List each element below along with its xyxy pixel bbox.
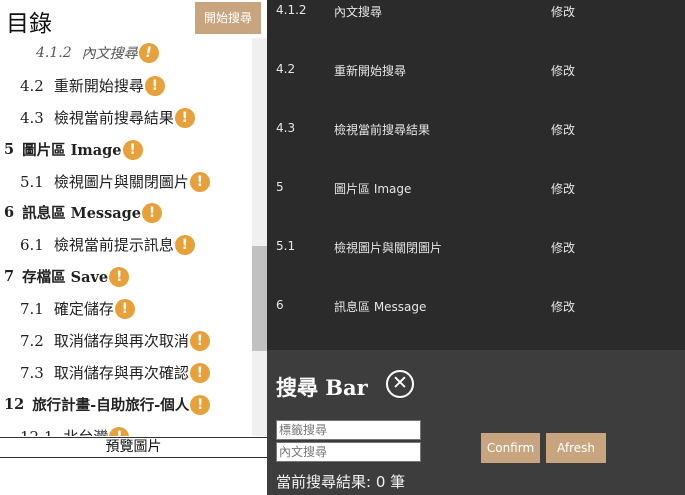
toc-item-label: 取消儲存與再次取消: [53, 332, 189, 350]
toc-item-label: 取消儲存與再次確認: [53, 364, 189, 382]
result-title: 圖片區 Image: [334, 182, 412, 196]
warning-icon[interactable]: !: [189, 362, 210, 383]
toc-item-label: 檢視當前提示訊息: [53, 236, 174, 254]
toc-item-label: 訊息區 Message: [22, 205, 142, 222]
tag-search-input[interactable]: [276, 420, 421, 440]
afresh-button[interactable]: Afresh: [546, 433, 606, 463]
toc-item-number: 7.2: [20, 331, 44, 350]
toc-item[interactable]: 12.1 北台灣!: [20, 426, 130, 437]
toc-item-label: 重新開始搜尋: [53, 77, 144, 95]
start-search-button[interactable]: 開始搜尋: [195, 2, 261, 34]
text-search-input[interactable]: [276, 442, 421, 462]
edit-link[interactable]: 修改: [551, 3, 575, 20]
close-icon[interactable]: ✕: [386, 370, 414, 398]
result-title: 內文搜尋: [334, 5, 383, 19]
table-row: 6 訊息區 Message 修改: [267, 298, 685, 350]
edit-link[interactable]: 修改: [551, 180, 575, 197]
toc-item-number: 4.2: [20, 76, 44, 95]
table-row: 4.3 檢視當前搜尋結果 修改: [267, 121, 685, 180]
result-title: 檢視圖片與關閉圖片: [334, 241, 443, 255]
toc-item-number: 4.1.2: [36, 45, 72, 61]
preview-image-button[interactable]: 預覽圖片: [0, 437, 267, 458]
edit-link[interactable]: 修改: [551, 121, 575, 138]
toc-item-number: 5: [4, 141, 15, 158]
toc-item-number: 5.1: [20, 172, 44, 191]
toc-title: 目錄: [6, 11, 52, 37]
toc-item-label: 內文搜尋: [81, 46, 138, 62]
result-number: 4.2: [276, 62, 296, 76]
toc-item[interactable]: 6 訊息區 Message!: [4, 202, 163, 223]
warning-icon[interactable]: !: [174, 107, 195, 128]
table-row: 5.1 檢視圖片與關閉圖片 修改: [267, 239, 685, 298]
warning-icon[interactable]: !: [189, 330, 210, 351]
toc-item[interactable]: 7.2 取消儲存與再次取消!: [20, 330, 210, 351]
warning-icon[interactable]: !: [109, 426, 130, 436]
toc-item[interactable]: 4.2 重新開始搜尋!: [20, 75, 165, 96]
toc-list: 4.1.2 內文搜尋! 4.2 重新開始搜尋! 4.3 檢視當前搜尋結果! 5 圖片區 Ima…: [0, 38, 252, 436]
result-number: 5.1: [276, 239, 296, 253]
toc-item-number: 7.1: [20, 299, 44, 318]
warning-icon[interactable]: !: [189, 171, 210, 192]
toc-scrollbar-track[interactable]: [252, 38, 267, 436]
toc-item[interactable]: 12 旅行計畫-自助旅行-個人!: [4, 394, 211, 415]
toc-item-label: 檢視圖片與關閉圖片: [53, 173, 189, 191]
toc-panel: 目錄 開始搜尋 4.1.2 內文搜尋! 4.2 重新開始搜尋! 4.3 檢視當前搜尋結果!…: [0, 0, 267, 495]
toc-item-number: 12.1: [20, 428, 53, 437]
edit-link[interactable]: 修改: [551, 62, 575, 79]
result-title: 檢視當前搜尋結果: [334, 123, 431, 137]
confirm-button[interactable]: Confirm: [481, 433, 540, 463]
toc-item[interactable]: 4.3 檢視當前搜尋結果!: [20, 107, 195, 128]
toc-item-number: 7.3: [20, 363, 44, 382]
toc-item-label: 北台灣: [63, 426, 108, 436]
warning-icon[interactable]: !: [138, 43, 159, 63]
toc-item[interactable]: 7 存檔區 Save!: [4, 266, 130, 287]
toc-item-number: 6.1: [20, 235, 44, 254]
result-number: 6: [276, 298, 284, 312]
warning-icon[interactable]: !: [122, 139, 143, 160]
warning-icon[interactable]: !: [190, 394, 211, 415]
warning-icon[interactable]: !: [144, 75, 165, 96]
toc-item-label: 確定儲存: [53, 300, 114, 318]
result-number: 4.3: [276, 121, 296, 135]
table-row: 5 圖片區 Image 修改: [267, 180, 685, 239]
search-result-count: 當前搜尋結果: 0 筆: [276, 473, 406, 491]
result-number: 5: [276, 180, 284, 194]
result-title: 訊息區 Message: [334, 300, 427, 314]
warning-icon[interactable]: !: [174, 234, 195, 255]
edit-link[interactable]: 修改: [551, 239, 575, 256]
toc-item-label: 存檔區 Save: [22, 269, 109, 286]
table-row: 4.2 重新開始搜尋 修改: [267, 62, 685, 121]
toc-item-number: 7: [4, 268, 15, 285]
toc-item-label: 圖片區 Image: [22, 142, 122, 159]
result-title: 重新開始搜尋: [334, 64, 407, 78]
toc-item-number: 12: [4, 396, 25, 413]
toc-item[interactable]: 7.1 確定儲存!: [20, 298, 135, 319]
warning-icon[interactable]: !: [114, 298, 135, 319]
toc-item-label: 旅行計畫-自助旅行-個人: [32, 397, 190, 414]
toc-item-number: 4.3: [20, 108, 44, 127]
toc-item[interactable]: 5.1 檢視圖片與關閉圖片!: [20, 171, 210, 192]
toc-item-number: 6: [4, 204, 15, 221]
toc-item[interactable]: 6.1 檢視當前提示訊息!: [20, 234, 195, 255]
warning-icon[interactable]: !: [109, 266, 130, 287]
toc-scrollbar-thumb[interactable]: [252, 246, 267, 351]
results-table: 4.1.2 內文搜尋 修改 4.2 重新開始搜尋 修改 4.3 檢視當前搜尋結果 修改 5 圖片區 …: [267, 0, 685, 350]
search-bar: 搜尋 Bar ✕ Confirm Afresh 當前搜尋結果: 0 筆: [267, 350, 685, 495]
toc-item[interactable]: 7.3 取消儲存與再次確認!: [20, 362, 210, 383]
table-row: 4.1.2 內文搜尋 修改: [267, 3, 685, 62]
result-number: 4.1.2: [276, 3, 307, 17]
toc-item[interactable]: 4.1.2 內文搜尋!: [36, 43, 159, 63]
toc-item-label: 檢視當前搜尋結果: [53, 109, 174, 127]
warning-icon[interactable]: !: [142, 202, 163, 223]
edit-link[interactable]: 修改: [551, 298, 575, 315]
search-bar-title: 搜尋 Bar: [276, 375, 368, 400]
toc-item[interactable]: 5 圖片區 Image!: [4, 139, 143, 160]
